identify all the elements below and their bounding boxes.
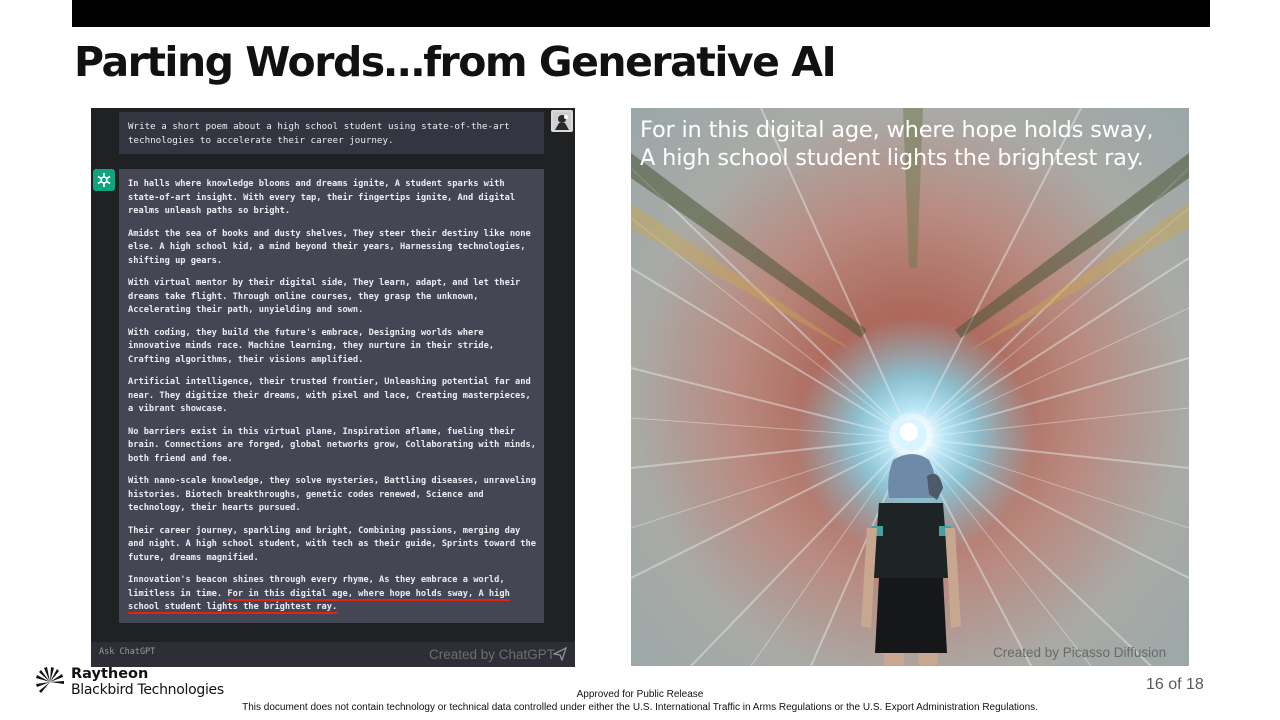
generated-image: For in this digital age, where hope hold…: [631, 108, 1189, 666]
image-caption: For in this digital age, where hope hold…: [640, 116, 1185, 172]
send-icon[interactable]: [553, 647, 567, 661]
poem-stanza: No barriers exist in this virtual plane,…: [128, 426, 536, 464]
poem-stanza: With coding, they build the future's emb…: [128, 327, 495, 365]
poem-stanza: Their career journey, sparkling and brig…: [128, 525, 536, 563]
export-disclaimer: This document does not contain technolog…: [242, 702, 1038, 713]
slide-title: Parting Words…from Generative AI: [74, 38, 837, 86]
chat-input-placeholder: Ask ChatGPT: [99, 647, 156, 657]
user-prompt: Write a short poem about a high school s…: [119, 112, 544, 154]
caption-line-1: For in this digital age, where hope hold…: [640, 117, 1154, 143]
release-notice: Approved for Public Release: [576, 689, 704, 700]
poem-stanza: Artificial intelligence, their trusted f…: [128, 377, 531, 414]
image-credit: Created by Picasso Diffusion: [993, 645, 1167, 660]
top-bar: [72, 0, 1210, 27]
prompt-text: Write a short poem about a high school s…: [128, 121, 510, 146]
poem-stanza: Amidst the sea of books and dusty shelve…: [128, 228, 531, 266]
chatgpt-panel: Write a short poem about a high school s…: [91, 108, 575, 667]
chatgpt-credit: Created by ChatGPT: [429, 647, 556, 662]
user-avatar-icon: [551, 110, 573, 132]
chatgpt-logo-icon: [93, 169, 115, 191]
company-name: Raytheon: [71, 666, 149, 682]
assistant-response: In halls where knowledge blooms and drea…: [119, 169, 544, 623]
poem-stanza: With nano-scale knowledge, they solve my…: [128, 476, 536, 513]
caption-line-2: A high school student lights the brighte…: [640, 145, 1144, 171]
poem-last-stanza: Innovation's beacon shines through every…: [128, 574, 540, 615]
poem-stanza: With virtual mentor by their digital sid…: [128, 278, 521, 315]
poem-stanza: In halls where knowledge blooms and drea…: [128, 179, 516, 216]
